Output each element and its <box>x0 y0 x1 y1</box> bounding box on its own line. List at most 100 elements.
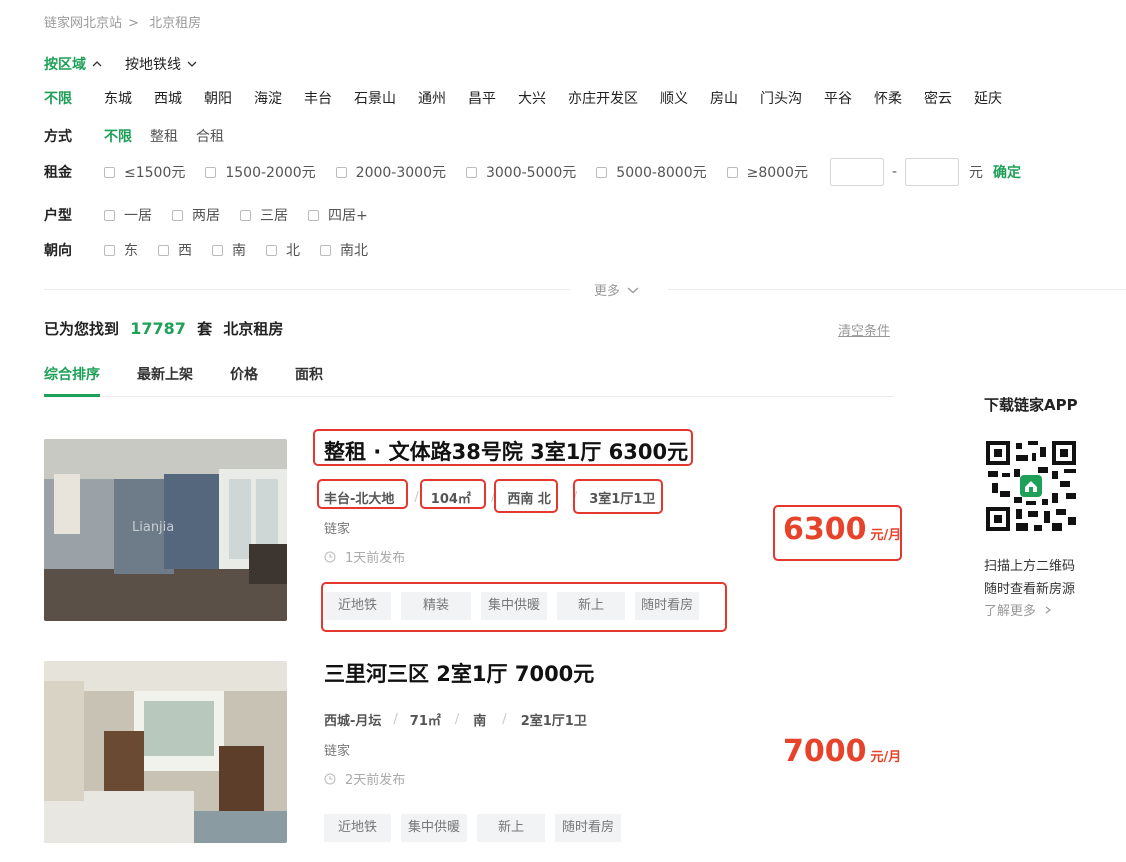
listing-price: 7000 元/月 <box>783 734 901 769</box>
listing-price: 6300 元/月 <box>783 512 901 547</box>
result-count: 17787 <box>130 319 186 338</box>
checkbox[interactable] <box>104 166 115 178</box>
area-item[interactable]: 亦庄开发区 <box>568 88 638 108</box>
listing-title[interactable]: 整租 · 文体路38号院 3室1厅 6300元 <box>324 436 688 466</box>
result-summary: 已为您找到 17787 套 北京租房 <box>44 318 283 339</box>
layout-option[interactable]: 两居 <box>172 205 220 225</box>
highlight-box <box>420 479 486 509</box>
area-item[interactable]: 顺义 <box>660 88 688 108</box>
rent-way-label: 方式 <box>44 129 72 145</box>
area-item[interactable]: 西城 <box>154 88 182 108</box>
listing-posted-text: 1天前发布 <box>345 551 406 566</box>
orientation-option[interactable]: 东 <box>104 240 138 260</box>
price-option-label: 1500-2000元 <box>225 165 316 181</box>
area-item[interactable]: 朝阳 <box>204 88 232 108</box>
orientation-option[interactable]: 北 <box>266 240 300 260</box>
price-option[interactable]: 2000-3000元 <box>335 162 446 182</box>
price-option[interactable]: 5000-8000元 <box>596 162 707 182</box>
area-item[interactable]: 东城 <box>104 88 132 108</box>
area-item[interactable]: 昌平 <box>468 88 496 108</box>
min-price-input[interactable] <box>829 158 884 186</box>
tab-sort-newest[interactable]: 最新上架 <box>137 364 193 384</box>
divider <box>44 289 570 290</box>
listing-tag: 集中供暖 <box>401 814 468 842</box>
checkbox[interactable] <box>726 166 738 178</box>
orientation-option[interactable]: 南北 <box>320 240 368 260</box>
checkbox[interactable] <box>104 209 115 221</box>
tab-by-subway[interactable]: 按地铁线 <box>125 54 198 74</box>
layout-option[interactable]: 三居 <box>240 205 288 225</box>
area-item[interactable]: 怀柔 <box>874 88 902 108</box>
checkbox[interactable] <box>320 244 331 256</box>
listing-tag: 近地铁 <box>324 814 392 842</box>
listing-title[interactable]: 三里河三区 2室1厅 7000元 <box>324 658 594 688</box>
breadcrumb-site-link[interactable]: 链家网北京站 <box>44 16 122 31</box>
area-item[interactable]: 房山 <box>710 88 738 108</box>
meta-sep: / <box>502 712 507 727</box>
area-item[interactable]: 大兴 <box>518 88 546 108</box>
listing-price-value: 6300 <box>783 512 867 547</box>
checkbox[interactable] <box>205 166 217 178</box>
price-option-label: 2000-3000元 <box>355 165 446 181</box>
listing-posted: 2天前发布 <box>324 769 405 788</box>
price-option[interactable]: 3000-5000元 <box>465 162 577 182</box>
orientation-option[interactable]: 南 <box>212 240 246 260</box>
area-item[interactable]: 石景山 <box>354 88 396 108</box>
price-option[interactable]: ≥8000元 <box>726 162 808 182</box>
area-item[interactable]: 通州 <box>418 88 446 108</box>
area-item[interactable]: 平谷 <box>824 88 852 108</box>
meta-sep: / <box>454 712 460 727</box>
qr-code-image <box>986 441 1076 531</box>
tab-by-area[interactable]: 按区域 <box>44 54 103 74</box>
price-option-label: 3000-5000元 <box>485 165 577 181</box>
area-item[interactable]: 门头沟 <box>760 88 802 108</box>
orientation-label: 朝向 <box>44 243 72 259</box>
tab-sort-area[interactable]: 面积 <box>295 364 323 384</box>
area-item[interactable]: 延庆 <box>974 88 1002 108</box>
layout-label: 户型 <box>44 208 72 224</box>
layout-option[interactable]: 一居 <box>104 205 152 225</box>
area-item[interactable]: 密云 <box>924 88 952 108</box>
rent-way-whole[interactable]: 整租 <box>150 126 178 146</box>
area-item[interactable]: 海淀 <box>254 88 282 108</box>
active-tab-indicator <box>44 394 100 397</box>
checkbox[interactable] <box>596 166 608 178</box>
listing-photo[interactable] <box>44 661 287 843</box>
checkbox[interactable] <box>240 209 251 221</box>
learn-more-link[interactable]: 了解更多 <box>984 600 1053 619</box>
listing-district[interactable]: 西城-月坛 <box>324 710 381 729</box>
area-item[interactable]: 丰台 <box>304 88 332 108</box>
checkbox[interactable] <box>104 244 115 256</box>
layout-option[interactable]: 四居+ <box>308 205 368 225</box>
orientation-option[interactable]: 西 <box>158 240 192 260</box>
listing-photo[interactable]: Lianjia <box>44 439 287 621</box>
checkbox[interactable] <box>158 244 169 256</box>
price-range-sep: - <box>891 164 898 180</box>
rent-way-shared[interactable]: 合租 <box>196 126 224 146</box>
price-option[interactable]: ≤1500元 <box>104 162 185 182</box>
checkbox[interactable] <box>266 244 277 256</box>
tab-sort-price[interactable]: 价格 <box>230 364 258 384</box>
rent-way-unlimited[interactable]: 不限 <box>104 126 132 146</box>
clear-filters-link[interactable]: 清空条件 <box>838 320 890 339</box>
listing-tag: 新上 <box>557 592 626 620</box>
listing-tags: 近地铁 精装 集中供暖 新上 随时看房 <box>324 592 709 620</box>
more-toggle[interactable]: 更多 <box>594 280 640 299</box>
checkbox[interactable] <box>465 166 477 178</box>
checkbox[interactable] <box>335 166 347 178</box>
area-item-unlimited[interactable]: 不限 <box>44 88 72 108</box>
learn-more-label: 了解更多 <box>984 604 1037 619</box>
checkbox[interactable] <box>212 244 223 256</box>
price-option[interactable]: 1500-2000元 <box>205 162 316 182</box>
price-confirm-button[interactable]: 确定 <box>993 162 1021 182</box>
qr-code <box>986 441 1076 531</box>
checkbox[interactable] <box>172 209 183 221</box>
checkbox[interactable] <box>308 209 319 221</box>
layout-row: 户型 一居 两居 三居 四居+ <box>44 205 388 225</box>
svg-text:Lianjia: Lianjia <box>132 520 174 535</box>
breadcrumb-current[interactable]: 北京租房 <box>149 16 201 31</box>
layout-option-label: 两居 <box>192 208 220 224</box>
max-price-input[interactable] <box>905 158 960 186</box>
tab-sort-default[interactable]: 综合排序 <box>44 364 100 384</box>
tab-by-area-label: 按区域 <box>44 57 86 73</box>
